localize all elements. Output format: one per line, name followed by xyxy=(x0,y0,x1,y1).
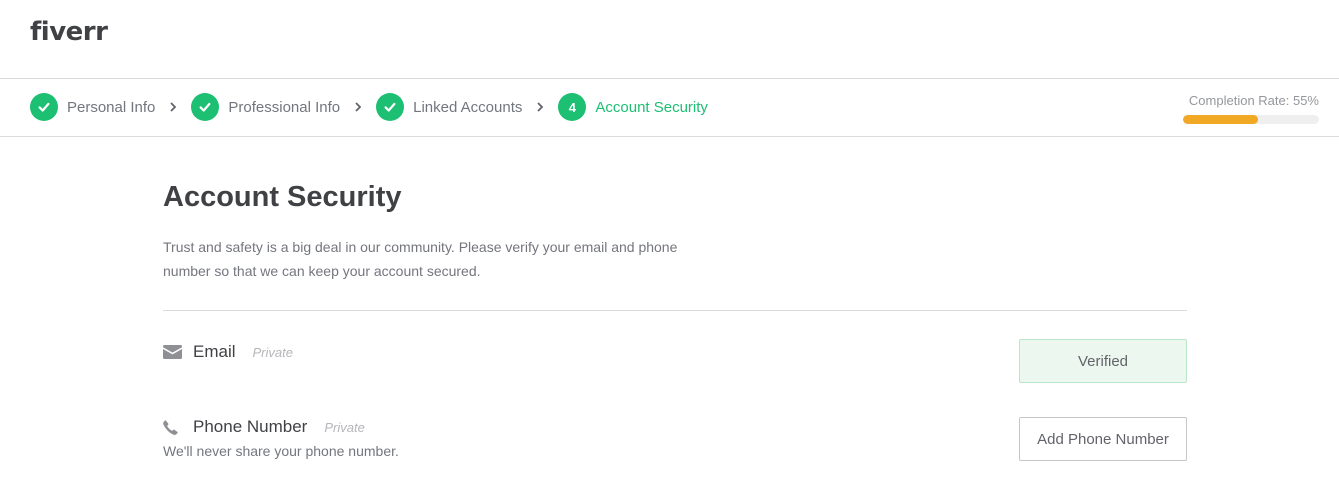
checkmark-icon xyxy=(376,93,405,121)
step-label: Professional Info xyxy=(228,98,341,116)
step-number-badge: 4 xyxy=(558,93,587,121)
chevron-right-icon xyxy=(536,102,544,112)
step-professional-info[interactable]: Professional Info xyxy=(191,93,340,121)
envelope-icon xyxy=(163,345,183,359)
email-row: Email Private Verified xyxy=(163,311,1187,417)
completion-progress-fill xyxy=(1183,115,1258,124)
private-tag: Private xyxy=(252,344,293,360)
phone-icon xyxy=(163,419,183,435)
completion-rate: Completion Rate: 55% xyxy=(1183,93,1319,124)
step-label: Account Security xyxy=(595,98,708,116)
verified-button[interactable]: Verified xyxy=(1019,339,1187,383)
chevron-right-icon xyxy=(169,102,177,112)
page-description: Trust and safety is a big deal in our co… xyxy=(163,239,678,279)
checkmark-icon xyxy=(191,93,220,121)
steps-breadcrumb: Personal Info Professional Info Linked A… xyxy=(30,93,708,121)
email-label: Email xyxy=(193,342,236,361)
top-header: fiverr xyxy=(0,0,1339,79)
private-tag: Private xyxy=(324,419,365,435)
main-content: Account Security Trust and safety is a b… xyxy=(163,137,1187,497)
fiverr-logo[interactable]: fiverr xyxy=(30,17,108,47)
page-title: Account Security xyxy=(163,181,402,213)
step-linked-accounts[interactable]: Linked Accounts xyxy=(376,93,522,121)
step-label: Linked Accounts xyxy=(413,98,523,116)
completion-rate-label: Completion Rate: 55% xyxy=(1188,93,1319,108)
step-label: Personal Info xyxy=(67,98,156,116)
completion-progress-bar xyxy=(1183,115,1319,124)
onboarding-steps-bar: Personal Info Professional Info Linked A… xyxy=(0,79,1339,137)
chevron-right-icon xyxy=(354,102,362,112)
step-personal-info[interactable]: Personal Info xyxy=(30,93,155,121)
phone-row: Phone Number Private We'll never share y… xyxy=(163,417,1187,497)
checkmark-icon xyxy=(30,93,58,121)
phone-number-label: Phone Number xyxy=(193,417,308,436)
add-phone-number-button[interactable]: Add Phone Number xyxy=(1019,417,1187,461)
step-account-security[interactable]: 4 Account Security xyxy=(558,93,708,121)
